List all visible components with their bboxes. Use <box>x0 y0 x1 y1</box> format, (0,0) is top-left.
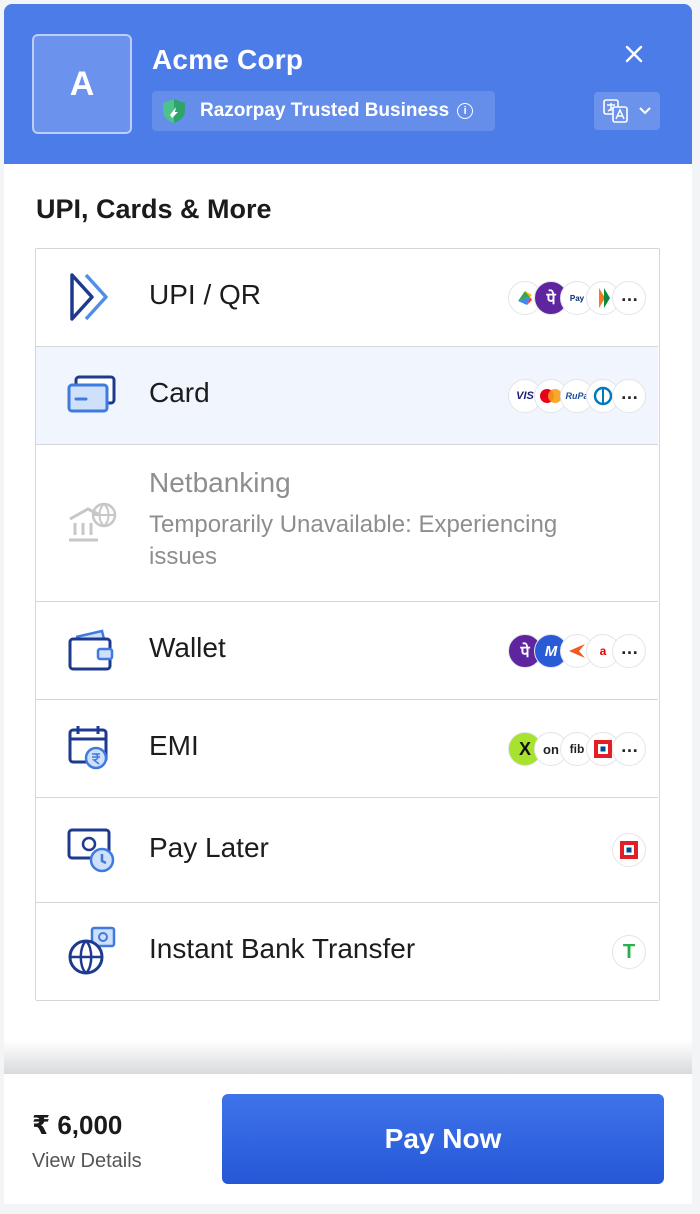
emi-providers: X on fib … <box>508 732 646 766</box>
translate-icon <box>603 99 628 123</box>
more-icon[interactable]: … <box>612 379 646 413</box>
method-label: Pay Later <box>149 832 269 863</box>
shield-icon <box>163 99 185 123</box>
method-emi[interactable]: EMI X on fib … <box>36 700 658 798</box>
bank-transfer-icon <box>68 926 116 975</box>
pay-now-button[interactable]: Pay Now <box>222 1094 664 1184</box>
bank-icon <box>69 502 117 542</box>
payment-methods-list: UPI / QR पे Pay … Card VIS RuPa … Netban… <box>35 248 660 1001</box>
method-wallet[interactable]: Wallet पे M a … <box>36 602 658 700</box>
method-label: UPI / QR <box>149 279 262 310</box>
section-title: UPI, Cards & More <box>36 194 272 224</box>
method-label: Netbanking <box>149 467 291 498</box>
payment-options-panel: UPI, Cards & More UPI / QR पे Pay … Card… <box>4 164 692 1072</box>
checkout-modal: A Acme Corp Razorpay Trusted Business i <box>0 0 700 1214</box>
close-icon[interactable] <box>620 40 648 68</box>
upi-apps: पे Pay … <box>508 281 646 315</box>
card-networks: VIS RuPa … <box>508 379 646 413</box>
view-details-link[interactable]: View Details <box>32 1150 142 1173</box>
method-card[interactable]: Card VIS RuPa … <box>36 347 658 445</box>
merchant-logo: A <box>32 34 132 134</box>
trusted-business-label: Razorpay Trusted Business <box>200 100 450 121</box>
paylater-providers <box>612 833 646 867</box>
chevron-down-icon <box>639 107 651 115</box>
info-icon[interactable]: i <box>457 103 474 119</box>
emi-icon <box>68 726 108 770</box>
unavailable-message: Temporarily Unavailable: Experiencing is… <box>149 511 558 570</box>
method-label: Wallet <box>149 632 226 663</box>
language-selector[interactable] <box>594 92 660 130</box>
total-amount: ₹ 6,000 <box>32 1110 123 1140</box>
trusted-business-badge[interactable]: Razorpay Trusted Business i <box>152 91 495 131</box>
more-icon[interactable]: … <box>612 281 646 315</box>
hdfc-icon <box>612 833 646 867</box>
footer-shadow <box>4 1040 692 1074</box>
paylater-icon <box>67 828 115 873</box>
checkout-header: A Acme Corp Razorpay Trusted Business i <box>4 4 692 164</box>
wallet-providers: पे M a … <box>508 634 646 668</box>
method-pay-later[interactable]: Pay Later <box>36 798 658 903</box>
method-netbanking: Netbanking Temporarily Unavailable: Expe… <box>36 445 658 602</box>
merchant-name: Acme Corp <box>152 44 304 75</box>
method-instant-bank-transfer[interactable]: Instant Bank Transfer T <box>36 903 658 1000</box>
upi-icon <box>70 273 108 321</box>
more-icon[interactable]: … <box>612 732 646 766</box>
method-label: Card <box>149 377 210 408</box>
method-label: EMI <box>149 730 199 761</box>
card-icon <box>67 375 116 413</box>
checkout-footer: ₹ 6,000 View Details Pay Now <box>4 1074 692 1204</box>
more-icon[interactable]: … <box>612 634 646 668</box>
bank-transfer-providers: T <box>612 935 646 969</box>
wallet-icon <box>68 629 114 671</box>
transfer-provider-icon: T <box>612 935 646 969</box>
method-label: Instant Bank Transfer <box>149 933 416 964</box>
method-upi[interactable]: UPI / QR पे Pay … <box>36 249 658 347</box>
